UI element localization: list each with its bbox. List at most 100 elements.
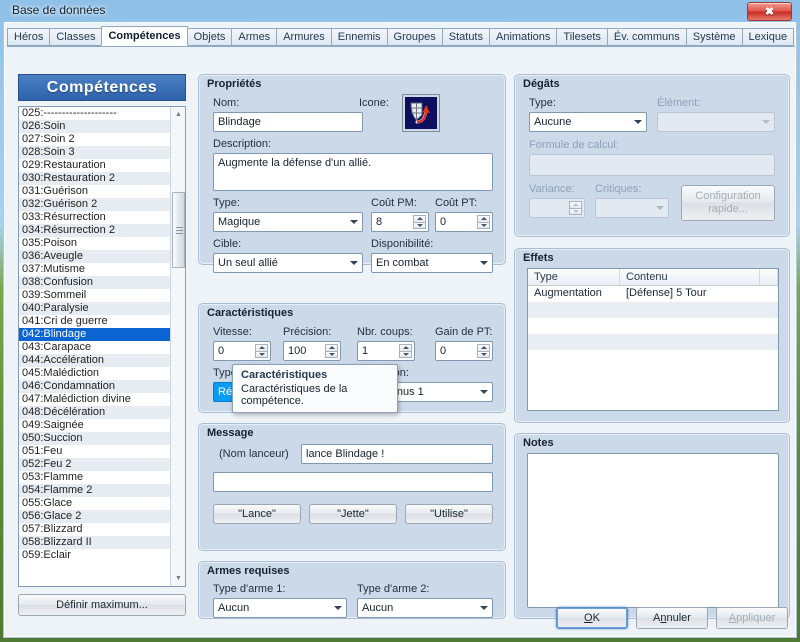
weapon1-combo[interactable]: Aucun xyxy=(213,598,347,618)
list-item[interactable]: 041:Cri de guerre xyxy=(19,315,170,328)
table-row-empty[interactable] xyxy=(528,318,778,334)
damage-type-combo[interactable]: Aucune xyxy=(529,112,647,132)
tab-v-communs[interactable]: Év. communs xyxy=(606,28,687,46)
list-item[interactable]: 032:Guérison 2 xyxy=(19,198,170,211)
list-item[interactable]: 034:Résurrection 2 xyxy=(19,224,170,237)
ok-button[interactable]: OK xyxy=(556,607,628,629)
list-item[interactable]: 051:Feu xyxy=(19,445,170,458)
list-item[interactable]: 033:Résurrection xyxy=(19,211,170,224)
list-item[interactable]: 030:Restauration 2 xyxy=(19,172,170,185)
scrollbar-thumb[interactable] xyxy=(172,192,185,268)
message-lance-button[interactable]: "Lance" xyxy=(213,504,301,524)
define-maximum-button[interactable]: Définir maximum... xyxy=(18,594,186,616)
tab-objets[interactable]: Objets xyxy=(186,28,233,46)
list-item[interactable]: 028:Soin 3 xyxy=(19,146,170,159)
list-item[interactable]: 036:Aveugle xyxy=(19,250,170,263)
description-field[interactable]: Augmente la défense d'un allié. xyxy=(213,153,493,191)
message-jette-button[interactable]: "Jette" xyxy=(309,504,397,524)
list-item[interactable]: 031:Guérison xyxy=(19,185,170,198)
mp-cost-spin-buttons[interactable] xyxy=(413,215,426,229)
spin-up-icon[interactable] xyxy=(325,344,338,352)
effects-column-header[interactable]: Contenu xyxy=(620,269,760,285)
tab-ennemis[interactable]: Ennemis xyxy=(330,28,388,46)
list-item[interactable]: 057:Blizzard xyxy=(19,523,170,536)
list-item[interactable]: 035:Poison xyxy=(19,237,170,250)
spin-down-icon[interactable] xyxy=(325,351,338,358)
hits-spin-buttons[interactable] xyxy=(399,344,412,358)
tab-groupes[interactable]: Groupes xyxy=(386,28,443,46)
cancel-button[interactable]: Annuler xyxy=(636,607,708,629)
effects-table[interactable]: Type Contenu Augmentation [Défense] 5 Tour xyxy=(527,268,779,411)
notes-field[interactable] xyxy=(527,453,779,608)
spin-up-icon[interactable] xyxy=(477,215,490,223)
list-item[interactable]: 054:Flamme 2 xyxy=(19,484,170,497)
table-row[interactable]: Augmentation [Défense] 5 Tour xyxy=(528,286,778,302)
list-item[interactable]: 025:-------------------- xyxy=(19,107,170,120)
skills-listbox[interactable]: 025:-------------------- 026:Soin 027:Soin… xyxy=(18,106,186,587)
tp-gain-spin-buttons[interactable] xyxy=(477,344,490,358)
tab-h-ros[interactable]: Héros xyxy=(7,28,51,46)
spin-up-icon[interactable] xyxy=(413,215,426,223)
message-utilise-button[interactable]: "Utilise" xyxy=(405,504,493,524)
name-field[interactable]: Blindage xyxy=(213,112,363,132)
list-item[interactable]: 027:Soin 2 xyxy=(19,133,170,146)
precision-stepper[interactable]: 100 xyxy=(283,341,341,361)
list-item[interactable]: 046:Condamnation xyxy=(19,380,170,393)
tab-statuts[interactable]: Statuts xyxy=(441,28,490,46)
tab-armures[interactable]: Armures xyxy=(276,28,332,46)
type-combo[interactable]: Magique xyxy=(213,212,363,232)
precision-spin-buttons[interactable] xyxy=(325,344,338,358)
speed-stepper[interactable]: 0 xyxy=(213,341,271,361)
spin-up-icon[interactable] xyxy=(255,344,268,352)
hits-stepper[interactable]: 1 xyxy=(357,341,415,361)
close-icon[interactable]: ✖ xyxy=(747,2,792,21)
speed-spin-buttons[interactable] xyxy=(255,344,268,358)
spin-up-icon[interactable] xyxy=(477,344,490,352)
spin-down-icon[interactable] xyxy=(477,222,490,229)
message-line2-field[interactable] xyxy=(213,472,493,492)
skills-scrollbar[interactable]: ▲ ▼ xyxy=(170,107,185,586)
list-item[interactable]: 048:Décélération xyxy=(19,406,170,419)
list-item[interactable]: 052:Feu 2 xyxy=(19,458,170,471)
list-item[interactable]: 043:Carapace xyxy=(19,341,170,354)
list-item[interactable]: 056:Glace 2 xyxy=(19,510,170,523)
spin-up-icon[interactable] xyxy=(399,344,412,352)
spin-down-icon[interactable] xyxy=(399,351,412,358)
list-item[interactable]: 058:Blizzard II xyxy=(19,536,170,549)
list-item[interactable]: 045:Malédiction xyxy=(19,367,170,380)
scroll-down-icon[interactable]: ▼ xyxy=(171,571,185,586)
table-row-empty[interactable] xyxy=(528,350,778,366)
tab-animations[interactable]: Animations xyxy=(489,28,558,46)
tp-gain-stepper[interactable]: 0 xyxy=(435,341,493,361)
tab-syst-me[interactable]: Système xyxy=(685,28,743,46)
list-item[interactable]: 044:Accélération xyxy=(19,354,170,367)
tab-lexique[interactable]: Lexique xyxy=(741,28,795,46)
target-combo[interactable]: Un seul allié xyxy=(213,253,363,273)
scroll-up-icon[interactable]: ▲ xyxy=(171,107,185,122)
effects-column-header[interactable]: Type xyxy=(528,269,620,285)
list-item[interactable]: 049:Saignée xyxy=(19,419,170,432)
list-item[interactable]: 039:Sommeil xyxy=(19,289,170,302)
list-item[interactable]: 059:Eclair xyxy=(19,549,170,562)
table-row-empty[interactable] xyxy=(528,302,778,318)
tp-cost-stepper[interactable]: 0 xyxy=(435,212,493,232)
list-item[interactable]: 029:Restauration xyxy=(19,159,170,172)
tab-tilesets[interactable]: Tilesets xyxy=(556,28,608,46)
spin-down-icon[interactable] xyxy=(413,222,426,229)
list-item[interactable]: 037:Mutisme xyxy=(19,263,170,276)
list-item[interactable]: 053:Flamme xyxy=(19,471,170,484)
message-line1-field[interactable]: lance Blindage ! xyxy=(301,444,493,464)
list-item-selected[interactable]: 042:Blindage xyxy=(19,328,170,341)
spin-down-icon[interactable] xyxy=(477,351,490,358)
availability-combo[interactable]: En combat xyxy=(371,253,493,273)
tp-cost-spin-buttons[interactable] xyxy=(477,215,490,229)
mp-cost-stepper[interactable]: 8 xyxy=(371,212,429,232)
tab-comp-tences[interactable]: Compétences xyxy=(101,26,188,46)
weapon2-combo[interactable]: Aucun xyxy=(357,598,493,618)
skill-icon[interactable] xyxy=(403,95,439,131)
list-item[interactable]: 026:Soin xyxy=(19,120,170,133)
tab-armes[interactable]: Armes xyxy=(231,28,278,46)
tab-classes[interactable]: Classes xyxy=(49,28,103,46)
spin-down-icon[interactable] xyxy=(255,351,268,358)
list-item[interactable]: 055:Glace xyxy=(19,497,170,510)
